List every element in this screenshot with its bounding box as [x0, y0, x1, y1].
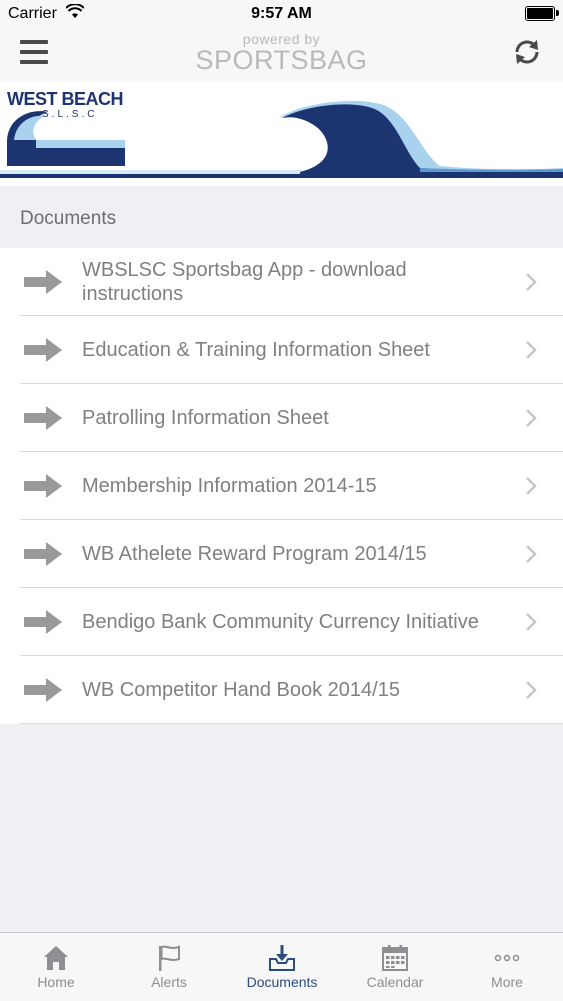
document-label: Membership Information 2014-15 [82, 475, 377, 497]
tab-more[interactable]: More [451, 933, 563, 1001]
document-row[interactable]: WB Competitor Hand Book 2014/15 [0, 656, 563, 724]
document-row[interactable]: Bendigo Bank Community Currency Initiati… [0, 588, 563, 656]
arrow-right-icon [24, 542, 62, 566]
arrow-right-icon [24, 610, 62, 634]
document-label: Education & Training Information Sheet [82, 339, 430, 361]
document-label: Patrolling Information Sheet [82, 407, 329, 429]
club-banner: WEST BEACH S.L.S.C [0, 82, 563, 186]
sportsbag-label: SPORTSBAG [195, 45, 368, 75]
battery-icon [525, 6, 559, 21]
document-label: WB Athelete Reward Program 2014/15 [82, 543, 427, 565]
status-bar: Carrier 9:57 AM [0, 0, 563, 28]
arrow-right-icon [24, 474, 62, 498]
chevron-right-icon [526, 613, 537, 631]
home-icon [44, 946, 68, 970]
calendar-icon [382, 945, 408, 971]
tab-home[interactable]: Home [0, 933, 112, 1001]
chevron-right-icon [526, 681, 537, 699]
club-logo-subtitle: S.L.S.C [42, 109, 98, 120]
document-label: WB Competitor Hand Book 2014/15 [82, 679, 400, 701]
document-row[interactable]: Education & Training Information Sheet [0, 316, 563, 384]
refresh-icon[interactable] [511, 36, 543, 68]
club-logo-title: WEST BEACH [7, 89, 124, 109]
tab-label: Home [37, 974, 75, 990]
tab-label: Calendar [366, 974, 424, 990]
chevron-right-icon [526, 273, 537, 291]
tab-bar: Home Alerts Documents Calendar More [0, 932, 563, 1001]
document-row[interactable]: WB Athelete Reward Program 2014/15 [0, 520, 563, 588]
tab-label: More [491, 974, 523, 990]
arrow-right-icon [24, 270, 62, 294]
document-row[interactable]: Patrolling Information Sheet [0, 384, 563, 452]
document-row[interactable]: WBSLSC Sportsbag App - download instruct… [0, 248, 563, 316]
tab-calendar[interactable]: Calendar [339, 933, 451, 1001]
arrow-right-icon [24, 406, 62, 430]
section-header: Documents [0, 186, 563, 248]
documents-list: WBSLSC Sportsbag App - download instruct… [0, 248, 563, 724]
section-title: Documents [20, 208, 117, 229]
document-label: Bendigo Bank Community Currency Initiati… [82, 611, 479, 633]
chevron-right-icon [526, 545, 537, 563]
chevron-right-icon [526, 341, 537, 359]
arrow-right-icon [24, 678, 62, 702]
document-label: WBSLSC Sportsbag App - download instruct… [82, 259, 407, 305]
tab-label: Documents [246, 974, 318, 990]
document-row[interactable]: Membership Information 2014-15 [0, 452, 563, 520]
more-dots-icon [494, 954, 520, 962]
chevron-right-icon [526, 477, 537, 495]
nav-bar: powered by SPORTSBAG [0, 28, 563, 82]
inbox-download-icon [269, 945, 295, 971]
powered-by-label: powered by [242, 31, 321, 47]
tab-documents[interactable]: Documents [226, 933, 338, 1001]
tab-label: Alerts [151, 974, 187, 990]
flag-icon [159, 945, 180, 971]
tab-alerts[interactable]: Alerts [113, 933, 225, 1001]
arrow-right-icon [24, 338, 62, 362]
chevron-right-icon [526, 409, 537, 427]
brand-logo: powered by SPORTSBAG [0, 32, 563, 74]
status-time: 9:57 AM [251, 5, 312, 22]
